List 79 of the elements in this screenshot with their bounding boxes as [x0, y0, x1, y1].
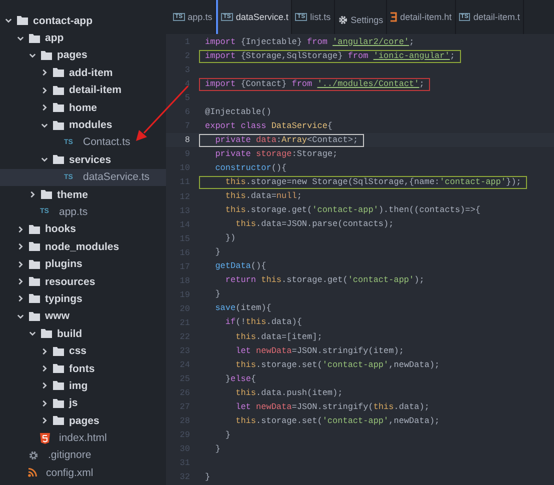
folder-icon [53, 381, 64, 390]
file-icon [390, 12, 398, 22]
code-line: let newData=JSON.stringify(this.data); [234, 402, 430, 413]
tree-item[interactable]: build [0, 325, 166, 342]
tree-item[interactable]: pages [0, 46, 166, 64]
folder-icon [29, 34, 40, 43]
code-line: if(!this.data){ [224, 317, 302, 328]
code-line: this.data=[item]; [234, 332, 322, 342]
folder-icon [53, 103, 64, 112]
folder-icon [53, 155, 64, 164]
code-line: this.data.push(item); [234, 388, 343, 399]
folder-icon [29, 260, 40, 269]
tree-item[interactable]: hooks [0, 220, 166, 238]
tree-item[interactable]: app [0, 29, 166, 47]
code-line: private storage:Storage; [214, 148, 338, 160]
folder-icon [29, 242, 40, 252]
folder-icon [41, 329, 52, 338]
tree-item[interactable]: .gitignore [0, 446, 166, 464]
code-line: this.storage.get('contact-app').then((contacts)=>{ [224, 205, 480, 216]
folder-icon [53, 86, 64, 95]
folder-icon [53, 364, 64, 373]
gear-icon [28, 450, 39, 461]
tree-item[interactable]: index.html [0, 429, 166, 447]
tree-item[interactable]: resources [0, 272, 166, 290]
folder-icon [41, 50, 52, 60]
tree-item[interactable]: config.xml [0, 464, 166, 482]
folder-icon [53, 398, 64, 408]
code-line: } [224, 430, 231, 441]
code-line: constructor(){ [214, 162, 287, 174]
annotation-arrow [136, 85, 189, 141]
folder-icon [53, 68, 64, 78]
folder-icon [53, 120, 64, 130]
tree-item[interactable]: home [0, 98, 166, 116]
tree-item[interactable]: pages [0, 412, 166, 430]
tree-item[interactable]: typings [0, 290, 166, 308]
tree-item[interactable]: node_modules [0, 238, 166, 256]
html-file-icon [40, 432, 50, 444]
tree-item[interactable]: detail-item [0, 82, 166, 99]
code-line: } [214, 444, 220, 455]
tree-item[interactable]: services [0, 151, 166, 169]
folder-icon [41, 190, 52, 200]
tree-item[interactable]: theme [0, 186, 166, 204]
tree-item[interactable]: contact-app [0, 12, 166, 30]
code-line: getData(){ [214, 261, 266, 272]
code-line: return this.storage.get('contact-app'); [224, 275, 424, 286]
code-line: @Injectable() [205, 106, 272, 118]
tree-item[interactable]: www [0, 308, 166, 326]
folder-icon [29, 312, 40, 321]
editor-tab[interactable]: Settings [334, 0, 388, 34]
code-line: this.data=JSON.parse(contacts); [234, 219, 394, 230]
tree-item[interactable]: css [0, 342, 166, 360]
tree-item[interactable]: js [0, 394, 166, 412]
code-line: } [214, 289, 220, 300]
code-line: }) [224, 233, 236, 244]
code-line: } [205, 472, 210, 483]
code-line: let newData=JSON.stringify(item); [234, 346, 404, 357]
rss-icon [28, 468, 37, 478]
code-line: this.storage.set('contact-app',newData); [234, 360, 440, 371]
folder-icon [17, 16, 28, 26]
tree-item[interactable]: img [0, 377, 166, 395]
line-number: 8 [184, 135, 191, 146]
tree-item[interactable]: plugins [0, 255, 166, 273]
code-line: export class DataService{ [205, 120, 333, 132]
code-line: } [214, 247, 220, 258]
tree-item[interactable]: add-item [0, 64, 166, 82]
folder-icon [29, 277, 40, 286]
code-line: this.data=null; [224, 191, 302, 202]
code-line: }else{ [224, 374, 256, 385]
folder-icon [29, 294, 40, 304]
code-line: this.storage.set('contact-app',newData); [234, 416, 440, 427]
code-line: import {Injectable} from 'angular2/core'; [205, 36, 414, 48]
tree-item[interactable]: modules [0, 116, 166, 134]
code-line: save(item){ [214, 303, 272, 314]
tree-item[interactable]: fonts [0, 360, 166, 378]
settings-icon [338, 15, 348, 25]
folder-icon [29, 224, 40, 234]
folder-icon [53, 346, 64, 356]
folder-icon [53, 416, 64, 426]
editor-tab[interactable]: detail-item.ht [387, 0, 456, 34]
